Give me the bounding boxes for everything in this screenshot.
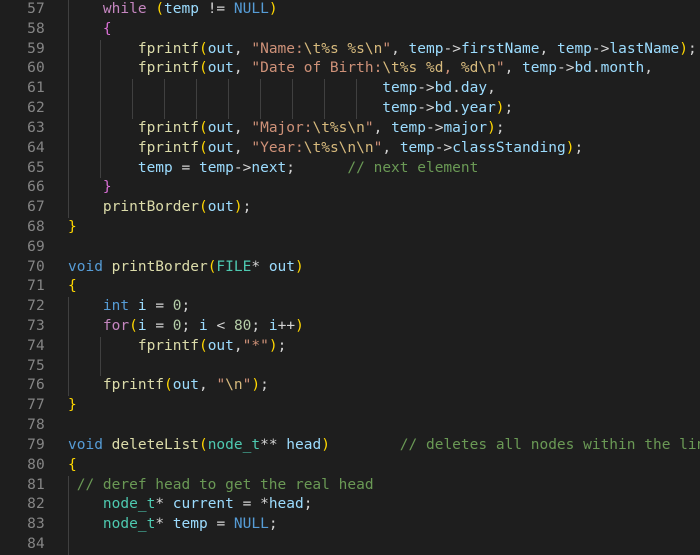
line-content: int i = 0; bbox=[102, 298, 191, 315]
line-number: 80 bbox=[27, 456, 45, 473]
code-line[interactable]: 66 } bbox=[0, 178, 700, 199]
line-number: 73 bbox=[27, 318, 45, 334]
line-number: 65 bbox=[27, 159, 45, 176]
code-line[interactable]: 64 fprintf(out, "Year:\t%s\n\n", temp->c… bbox=[0, 138, 700, 159]
line-number: 59 bbox=[27, 40, 45, 57]
line-content: } bbox=[68, 397, 77, 414]
code-line[interactable]: 78 bbox=[0, 416, 700, 436]
line-number: 74 bbox=[27, 337, 45, 354]
line-content: fprintf(out, "Date of Birth:\t%s %d, %d\… bbox=[137, 60, 654, 77]
line-number: 79 bbox=[27, 436, 45, 453]
code-line[interactable]: 69 bbox=[0, 238, 700, 258]
line-content: for(i = 0; i < 80; i++) bbox=[102, 318, 304, 334]
line-content: fprintf(out, "\n"); bbox=[102, 377, 269, 394]
code-line[interactable]: 67 printBorder(out); bbox=[0, 198, 700, 218]
line-content: temp->bd.day, bbox=[382, 80, 496, 97]
code-line[interactable]: 58 { bbox=[0, 19, 700, 40]
line-number: 78 bbox=[27, 417, 45, 434]
line-content: temp = temp->next; // next element bbox=[137, 159, 479, 176]
line-number: 71 bbox=[27, 278, 45, 295]
line-number: 62 bbox=[27, 100, 45, 117]
code-line[interactable]: 63 fprintf(out, "Major:\t%s\n", temp->ma… bbox=[0, 118, 700, 139]
code-line[interactable]: 61 temp->bd.day, bbox=[0, 79, 700, 100]
line-content: } bbox=[68, 218, 77, 235]
line-content: { bbox=[68, 456, 77, 473]
line-number: 63 bbox=[27, 119, 45, 136]
line-number: 60 bbox=[27, 60, 45, 77]
code-line[interactable]: 82 node_t* current = *head; bbox=[0, 495, 700, 516]
code-line[interactable]: 79 void deleteList(node_t** head) // del… bbox=[0, 436, 700, 456]
line-content: fprintf(out, "Major:\t%s\n", temp->major… bbox=[137, 119, 505, 136]
code-line[interactable]: 73 for(i = 0; i < 80; i++) bbox=[0, 317, 700, 337]
line-number: 67 bbox=[27, 199, 45, 216]
line-number: 75 bbox=[27, 357, 45, 374]
line-content: node_t* current = *head; bbox=[102, 496, 313, 513]
line-content: { bbox=[68, 278, 77, 295]
code-line[interactable]: 83 node_t* temp = NULL; bbox=[0, 515, 700, 535]
line-number: 83 bbox=[27, 516, 45, 533]
code-line[interactable]: 57 while (temp != NULL) bbox=[0, 0, 700, 20]
line-number: 81 bbox=[27, 476, 45, 493]
line-content: // deref head to get the real head bbox=[68, 476, 374, 496]
line-number: 69 bbox=[27, 238, 45, 255]
line-number: 66 bbox=[27, 179, 45, 196]
code-editor[interactable]: 57 while (temp != NULL) 58 { 59 fprintf(… bbox=[0, 0, 700, 555]
code-line[interactable]: 71 { bbox=[0, 277, 700, 297]
line-number: 72 bbox=[27, 298, 45, 315]
code-line[interactable]: 77 } bbox=[0, 396, 700, 416]
line-content: } bbox=[102, 179, 112, 196]
code-line[interactable]: 81 // deref head to get the real head bbox=[0, 475, 700, 496]
line-number: 68 bbox=[27, 218, 45, 235]
line-number: 84 bbox=[27, 535, 45, 552]
code-line[interactable]: 60 fprintf(out, "Date of Birth:\t%s %d, … bbox=[0, 59, 700, 80]
line-content: fprintf(out, "Year:\t%s\n\n", temp->clas… bbox=[137, 139, 584, 156]
code-line[interactable]: 84 bbox=[0, 534, 700, 555]
code-line[interactable]: 76 fprintf(out, "\n"); bbox=[0, 376, 700, 397]
code-line[interactable]: 65 temp = temp->next; // next element bbox=[0, 158, 700, 179]
line-number: 58 bbox=[27, 20, 45, 37]
inline-comment: // deletes all nodes within the linked l… bbox=[399, 436, 700, 453]
line-content: { bbox=[102, 20, 112, 37]
code-line[interactable]: 70 void printBorder(FILE* out) bbox=[0, 258, 700, 278]
indent-guide bbox=[68, 534, 69, 555]
indent-guide bbox=[100, 356, 101, 377]
code-line[interactable]: 80 { bbox=[0, 456, 700, 476]
inline-comment: // next element bbox=[347, 159, 479, 176]
code-line[interactable]: 59 fprintf(out, "Name:\t%s %s\n", temp->… bbox=[0, 39, 700, 60]
code-lines-container: 57 while (temp != NULL) 58 { 59 fprintf(… bbox=[0, 0, 700, 555]
line-content: node_t* temp = NULL; bbox=[102, 516, 278, 533]
line-number: 64 bbox=[27, 139, 45, 156]
indent-guide bbox=[68, 356, 69, 377]
line-content: void deleteList(node_t** head) // delete… bbox=[68, 436, 700, 456]
code-line[interactable]: 68 } bbox=[0, 218, 700, 238]
line-number: 70 bbox=[27, 258, 45, 275]
line-number: 57 bbox=[27, 1, 45, 17]
line-content: while (temp != NULL) bbox=[102, 1, 278, 17]
line-content: fprintf(out,"*"); bbox=[137, 337, 287, 354]
code-line[interactable]: 75 bbox=[0, 356, 700, 377]
line-content: void printBorder(FILE* out) bbox=[68, 258, 304, 275]
code-line[interactable]: 72 int i = 0; bbox=[0, 297, 700, 317]
code-line[interactable]: 62 temp->bd.year); bbox=[0, 99, 700, 119]
line-content: temp->bd.year); bbox=[382, 100, 514, 117]
line-number: 76 bbox=[27, 377, 45, 394]
code-line[interactable]: 74 fprintf(out,"*"); bbox=[0, 336, 700, 357]
line-content: fprintf(out, "Name:\t%s %s\n", temp->fir… bbox=[137, 40, 697, 57]
inline-comment: // deref head to get the real head bbox=[76, 476, 374, 493]
line-number: 61 bbox=[27, 80, 45, 97]
line-content: printBorder(out); bbox=[102, 199, 252, 216]
line-number: 82 bbox=[27, 496, 45, 513]
line-number: 77 bbox=[27, 397, 45, 414]
